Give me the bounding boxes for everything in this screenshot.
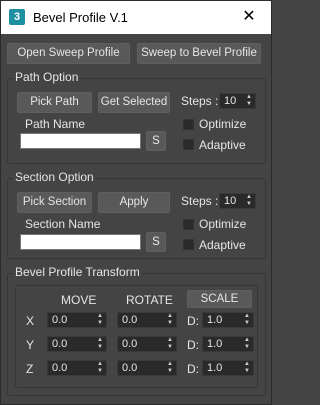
section-optimize-label: Optimize [199,217,247,231]
spinner-arrows-icon[interactable]: ▲ ▼ [97,361,103,375]
path-name-label: Path Name [25,117,86,131]
spinner-arrows-icon[interactable]: ▲ ▼ [97,313,103,327]
path-optimize-label: Optimize [199,117,247,131]
path-adaptive-label: Adaptive [199,138,246,152]
spinner-arrows-icon[interactable]: ▲ ▼ [167,313,173,327]
spinner-arrows-icon[interactable]: ▲ ▼ [167,337,173,351]
scale-z-value: 1.0 [207,362,223,374]
close-icon[interactable]: ✕ [229,3,269,31]
path-steps-label: Steps : [181,94,219,108]
section-s-button[interactable]: S [146,232,166,252]
move-x-value: 0.0 [52,314,68,326]
path-option-label: Path Option [13,70,81,84]
move-z-value: 0.0 [52,362,68,374]
path-optimize-checkbox[interactable] [183,119,194,130]
section-adaptive-checkbox[interactable] [183,239,194,250]
move-header: MOVE [61,293,97,307]
axis-label: X [26,314,35,328]
section-steps-value: 10 [224,195,237,207]
section-optimize-checkbox[interactable] [183,219,194,230]
path-adaptive-checkbox[interactable] [183,139,194,150]
scale-d-label: D: [187,338,199,352]
scale-button[interactable]: SCALE [187,290,252,308]
rotate-y-spinner[interactable]: 0.0 ▲ ▼ [117,336,177,352]
section-steps-spinner[interactable]: 10 ▲ ▼ [219,193,256,209]
move-z-spinner[interactable]: 0.0 ▲ ▼ [47,360,107,376]
pick-section-button[interactable]: Pick Section [17,192,92,213]
spinner-arrows-icon[interactable]: ▲ ▼ [246,94,252,108]
scale-x-value: 1.0 [207,314,223,326]
path-s-button[interactable]: S [146,131,166,151]
section-adaptive-label: Adaptive [199,238,246,252]
scale-y-value: 1.0 [207,338,223,350]
section-option-label: Section Option [13,170,96,184]
move-x-spinner[interactable]: 0.0 ▲ ▼ [47,312,107,328]
sweep-to-bevel-profile-button[interactable]: Sweep to Bevel Profile [137,43,261,64]
title-bar: 3 Bevel Profile V.1 ✕ [1,1,271,34]
app-icon: 3 [9,9,25,25]
open-sweep-profile-button[interactable]: Open Sweep Profile [7,43,130,64]
spinner-arrows-icon[interactable]: ▲ ▼ [97,337,103,351]
path-steps-spinner[interactable]: 10 ▲ ▼ [219,93,256,109]
rotate-x-spinner[interactable]: 0.0 ▲ ▼ [117,312,177,328]
path-name-field[interactable] [20,133,141,149]
bevel-transform-label: Bevel Profile Transform [13,265,142,279]
rotate-z-value: 0.0 [122,362,138,374]
scale-d-label: D: [187,314,199,328]
section-steps-label: Steps : [181,194,219,208]
section-name-label: Section Name [25,217,101,231]
scale-z-spinner[interactable]: 1.0 ▲ ▼ [202,360,254,376]
window-title: Bevel Profile V.1 [33,10,128,25]
axis-label: Z [26,362,34,376]
rotate-x-value: 0.0 [122,314,138,326]
bevel-profile-window: 3 Bevel Profile V.1 ✕ Open Sweep Profile… [0,0,272,405]
move-y-spinner[interactable]: 0.0 ▲ ▼ [47,336,107,352]
scale-y-spinner[interactable]: 1.0 ▲ ▼ [202,336,254,352]
move-y-value: 0.0 [52,338,68,350]
axis-label: Y [26,338,35,352]
scale-d-label: D: [187,362,199,376]
scale-x-spinner[interactable]: 1.0 ▲ ▼ [202,312,254,328]
rotate-y-value: 0.0 [122,338,138,350]
rotate-header: ROTATE [126,293,173,307]
spinner-arrows-icon[interactable]: ▲ ▼ [167,361,173,375]
apply-button[interactable]: Apply [98,192,170,213]
section-name-field[interactable] [20,234,141,250]
pick-path-button[interactable]: Pick Path [17,92,92,113]
spinner-arrows-icon[interactable]: ▲ ▼ [244,313,250,327]
path-steps-value: 10 [224,95,237,107]
spinner-arrows-icon[interactable]: ▲ ▼ [244,337,250,351]
spinner-arrows-icon[interactable]: ▲ ▼ [244,361,250,375]
rotate-z-spinner[interactable]: 0.0 ▲ ▼ [117,360,177,376]
get-selected-button[interactable]: Get Selected [98,92,170,113]
spinner-arrows-icon[interactable]: ▲ ▼ [246,194,252,208]
